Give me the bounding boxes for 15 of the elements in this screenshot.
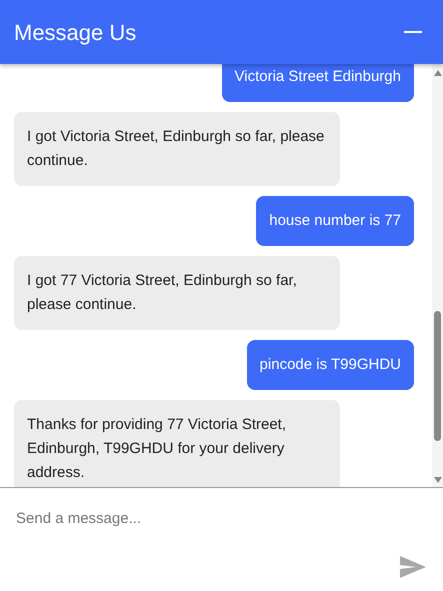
header-title: Message Us — [14, 18, 136, 47]
sent-message: pincode is T99GHDU — [246, 340, 414, 390]
scroll-down-icon — [434, 477, 442, 483]
message-field[interactable]: Send a message... — [16, 508, 427, 530]
scroll-up-icon — [434, 70, 442, 76]
sent-message: Victoria Street Edinburgh — [222, 64, 414, 102]
scrollbar[interactable] — [432, 64, 443, 487]
scrollbar-thumb[interactable] — [434, 311, 441, 441]
received-message: I got 77 Victoria Street, Edinburgh so far, please continue. — [14, 256, 340, 330]
sent-message: house number is 77 — [256, 196, 414, 246]
received-message: Thanks for providing 77 Victoria Street, Edinburgh, T99GHDU for your delivery address. — [14, 400, 340, 487]
received-message: I got Victoria Street, Edinburgh so far, please continue. — [14, 112, 340, 186]
minimize-icon — [404, 31, 422, 33]
send-button[interactable] — [399, 555, 427, 579]
send-icon — [400, 556, 426, 578]
